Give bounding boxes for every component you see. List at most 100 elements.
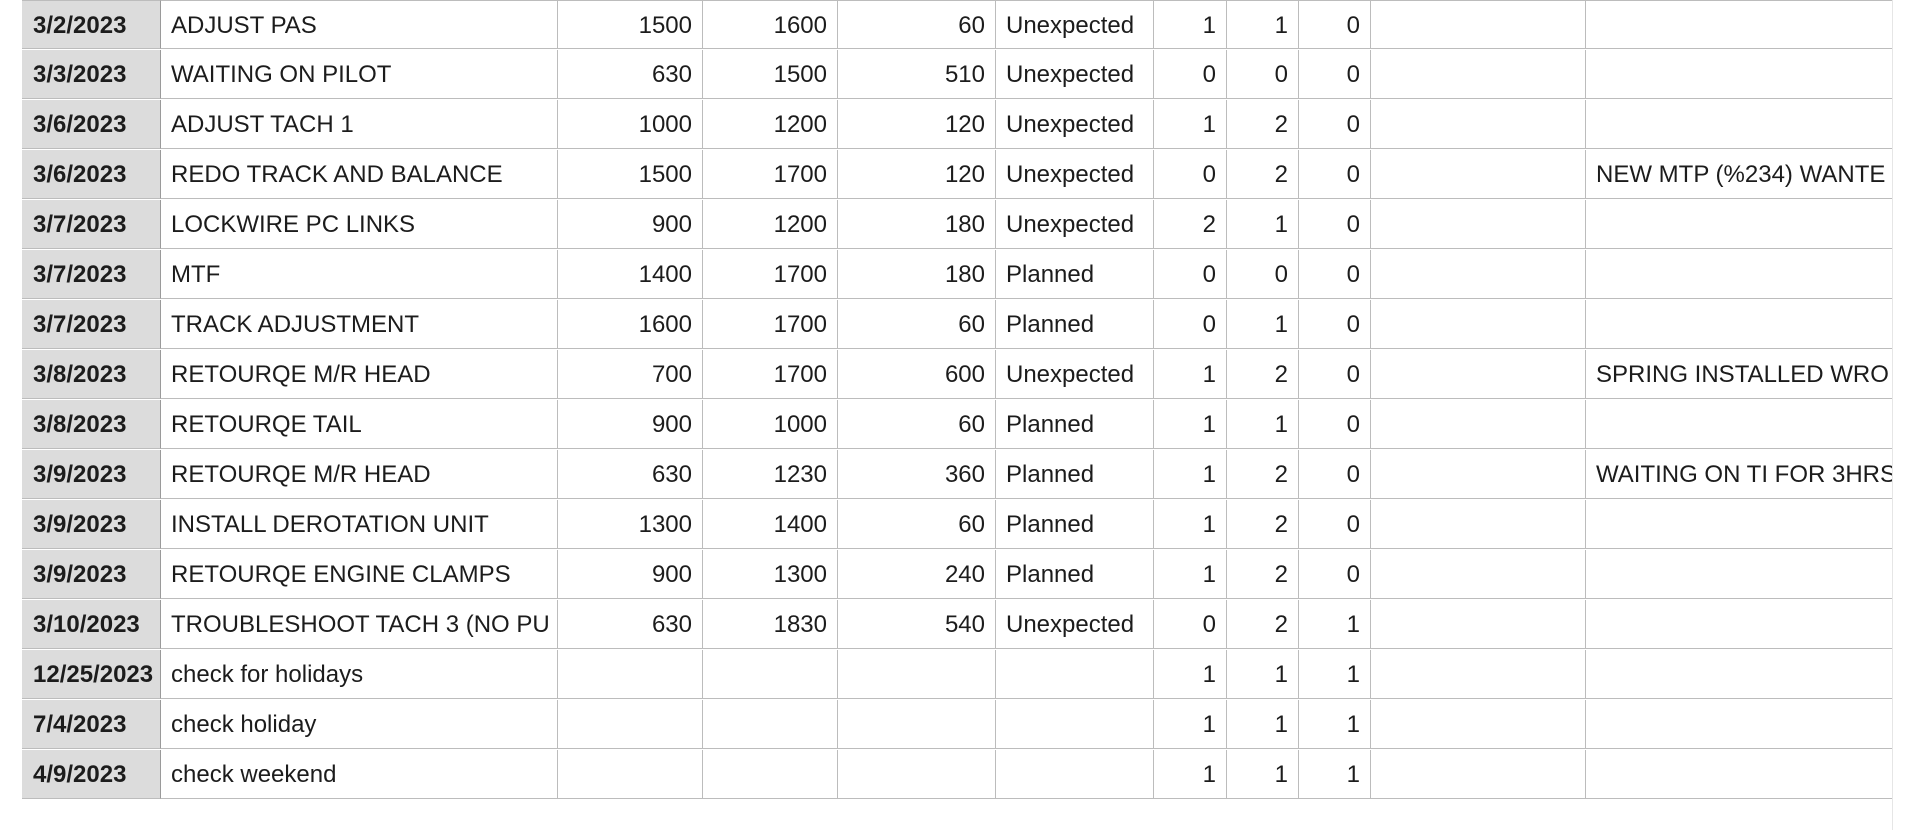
start-time-cell[interactable]: 1300: [558, 500, 703, 549]
task-cell[interactable]: INSTALL DEROTATION UNIT: [161, 500, 558, 549]
start-time-cell[interactable]: 630: [558, 450, 703, 499]
start-time-cell[interactable]: [558, 650, 703, 699]
note-cell[interactable]: SPRING INSTALLED WRO: [1586, 350, 1892, 399]
empty-cell[interactable]: [1371, 550, 1586, 599]
date-cell[interactable]: 3/6/2023: [22, 100, 161, 149]
count-b-cell[interactable]: 2: [1227, 450, 1299, 499]
note-cell[interactable]: [1586, 50, 1892, 99]
end-time-cell[interactable]: 1400: [703, 500, 838, 549]
end-time-cell[interactable]: 1500: [703, 50, 838, 99]
count-b-cell[interactable]: 2: [1227, 550, 1299, 599]
task-cell[interactable]: ADJUST PAS: [161, 0, 558, 49]
duration-cell[interactable]: [838, 750, 996, 799]
end-time-cell[interactable]: 1200: [703, 100, 838, 149]
end-time-cell[interactable]: 1700: [703, 150, 838, 199]
end-time-cell[interactable]: 1230: [703, 450, 838, 499]
empty-cell[interactable]: [1371, 0, 1586, 49]
count-c-cell[interactable]: 0: [1299, 0, 1371, 49]
empty-cell[interactable]: [1371, 200, 1586, 249]
date-cell[interactable]: 3/8/2023: [22, 350, 161, 399]
task-cell[interactable]: check for holidays: [161, 650, 558, 699]
date-cell[interactable]: 3/7/2023: [22, 200, 161, 249]
duration-cell[interactable]: 180: [838, 250, 996, 299]
date-cell[interactable]: 3/2/2023: [22, 0, 161, 49]
task-cell[interactable]: REDO TRACK AND BALANCE: [161, 150, 558, 199]
duration-cell[interactable]: 540: [838, 600, 996, 649]
note-cell[interactable]: [1586, 600, 1892, 649]
note-cell[interactable]: [1586, 400, 1892, 449]
count-a-cell[interactable]: 1: [1154, 700, 1227, 749]
count-b-cell[interactable]: 2: [1227, 100, 1299, 149]
duration-cell[interactable]: 60: [838, 500, 996, 549]
duration-cell[interactable]: 360: [838, 450, 996, 499]
count-c-cell[interactable]: 0: [1299, 400, 1371, 449]
duration-cell[interactable]: 240: [838, 550, 996, 599]
count-b-cell[interactable]: 2: [1227, 500, 1299, 549]
empty-cell[interactable]: [1371, 50, 1586, 99]
count-a-cell[interactable]: 1: [1154, 550, 1227, 599]
count-b-cell[interactable]: 2: [1227, 350, 1299, 399]
date-cell[interactable]: 12/25/2023: [22, 650, 161, 699]
count-c-cell[interactable]: 1: [1299, 750, 1371, 799]
duration-cell[interactable]: [838, 700, 996, 749]
task-cell[interactable]: RETOURQE TAIL: [161, 400, 558, 449]
task-cell[interactable]: RETOURQE ENGINE CLAMPS: [161, 550, 558, 599]
count-b-cell[interactable]: 1: [1227, 650, 1299, 699]
count-a-cell[interactable]: 1: [1154, 500, 1227, 549]
date-cell[interactable]: 3/3/2023: [22, 50, 161, 99]
note-cell[interactable]: [1586, 300, 1892, 349]
duration-cell[interactable]: 180: [838, 200, 996, 249]
count-c-cell[interactable]: 0: [1299, 150, 1371, 199]
end-time-cell[interactable]: 1700: [703, 300, 838, 349]
type-cell[interactable]: Planned: [996, 250, 1154, 299]
count-a-cell[interactable]: 2: [1154, 200, 1227, 249]
note-cell[interactable]: [1586, 250, 1892, 299]
end-time-cell[interactable]: 1700: [703, 350, 838, 399]
empty-cell[interactable]: [1371, 650, 1586, 699]
count-b-cell[interactable]: 1: [1227, 0, 1299, 49]
task-cell[interactable]: WAITING ON PILOT: [161, 50, 558, 99]
task-cell[interactable]: TROUBLESHOOT TACH 3 (NO PU: [161, 600, 558, 649]
task-cell[interactable]: check holiday: [161, 700, 558, 749]
start-time-cell[interactable]: [558, 750, 703, 799]
start-time-cell[interactable]: 1500: [558, 0, 703, 49]
count-a-cell[interactable]: 1: [1154, 0, 1227, 49]
count-a-cell[interactable]: 0: [1154, 250, 1227, 299]
type-cell[interactable]: Unexpected: [996, 150, 1154, 199]
note-cell[interactable]: [1586, 100, 1892, 149]
count-b-cell[interactable]: 1: [1227, 700, 1299, 749]
count-a-cell[interactable]: 1: [1154, 350, 1227, 399]
end-time-cell[interactable]: 1830: [703, 600, 838, 649]
type-cell[interactable]: Planned: [996, 550, 1154, 599]
duration-cell[interactable]: 120: [838, 100, 996, 149]
count-c-cell[interactable]: 0: [1299, 200, 1371, 249]
start-time-cell[interactable]: 1400: [558, 250, 703, 299]
task-cell[interactable]: check weekend: [161, 750, 558, 799]
count-b-cell[interactable]: 1: [1227, 400, 1299, 449]
count-a-cell[interactable]: 0: [1154, 600, 1227, 649]
date-cell[interactable]: 3/9/2023: [22, 550, 161, 599]
type-cell[interactable]: Unexpected: [996, 350, 1154, 399]
date-cell[interactable]: 3/8/2023: [22, 400, 161, 449]
count-c-cell[interactable]: 0: [1299, 350, 1371, 399]
date-cell[interactable]: 3/7/2023: [22, 250, 161, 299]
date-cell[interactable]: 3/9/2023: [22, 500, 161, 549]
task-cell[interactable]: TRACK ADJUSTMENT: [161, 300, 558, 349]
note-cell[interactable]: [1586, 650, 1892, 699]
end-time-cell[interactable]: 1600: [703, 0, 838, 49]
empty-cell[interactable]: [1371, 700, 1586, 749]
count-b-cell[interactable]: 1: [1227, 750, 1299, 799]
end-time-cell[interactable]: [703, 750, 838, 799]
end-time-cell[interactable]: 1000: [703, 400, 838, 449]
start-time-cell[interactable]: 900: [558, 400, 703, 449]
count-b-cell[interactable]: 0: [1227, 50, 1299, 99]
date-cell[interactable]: 3/6/2023: [22, 150, 161, 199]
start-time-cell[interactable]: 1000: [558, 100, 703, 149]
end-time-cell[interactable]: [703, 650, 838, 699]
count-a-cell[interactable]: 0: [1154, 50, 1227, 99]
start-time-cell[interactable]: 900: [558, 200, 703, 249]
note-cell[interactable]: [1586, 200, 1892, 249]
end-time-cell[interactable]: 1700: [703, 250, 838, 299]
count-a-cell[interactable]: 1: [1154, 450, 1227, 499]
empty-cell[interactable]: [1371, 600, 1586, 649]
